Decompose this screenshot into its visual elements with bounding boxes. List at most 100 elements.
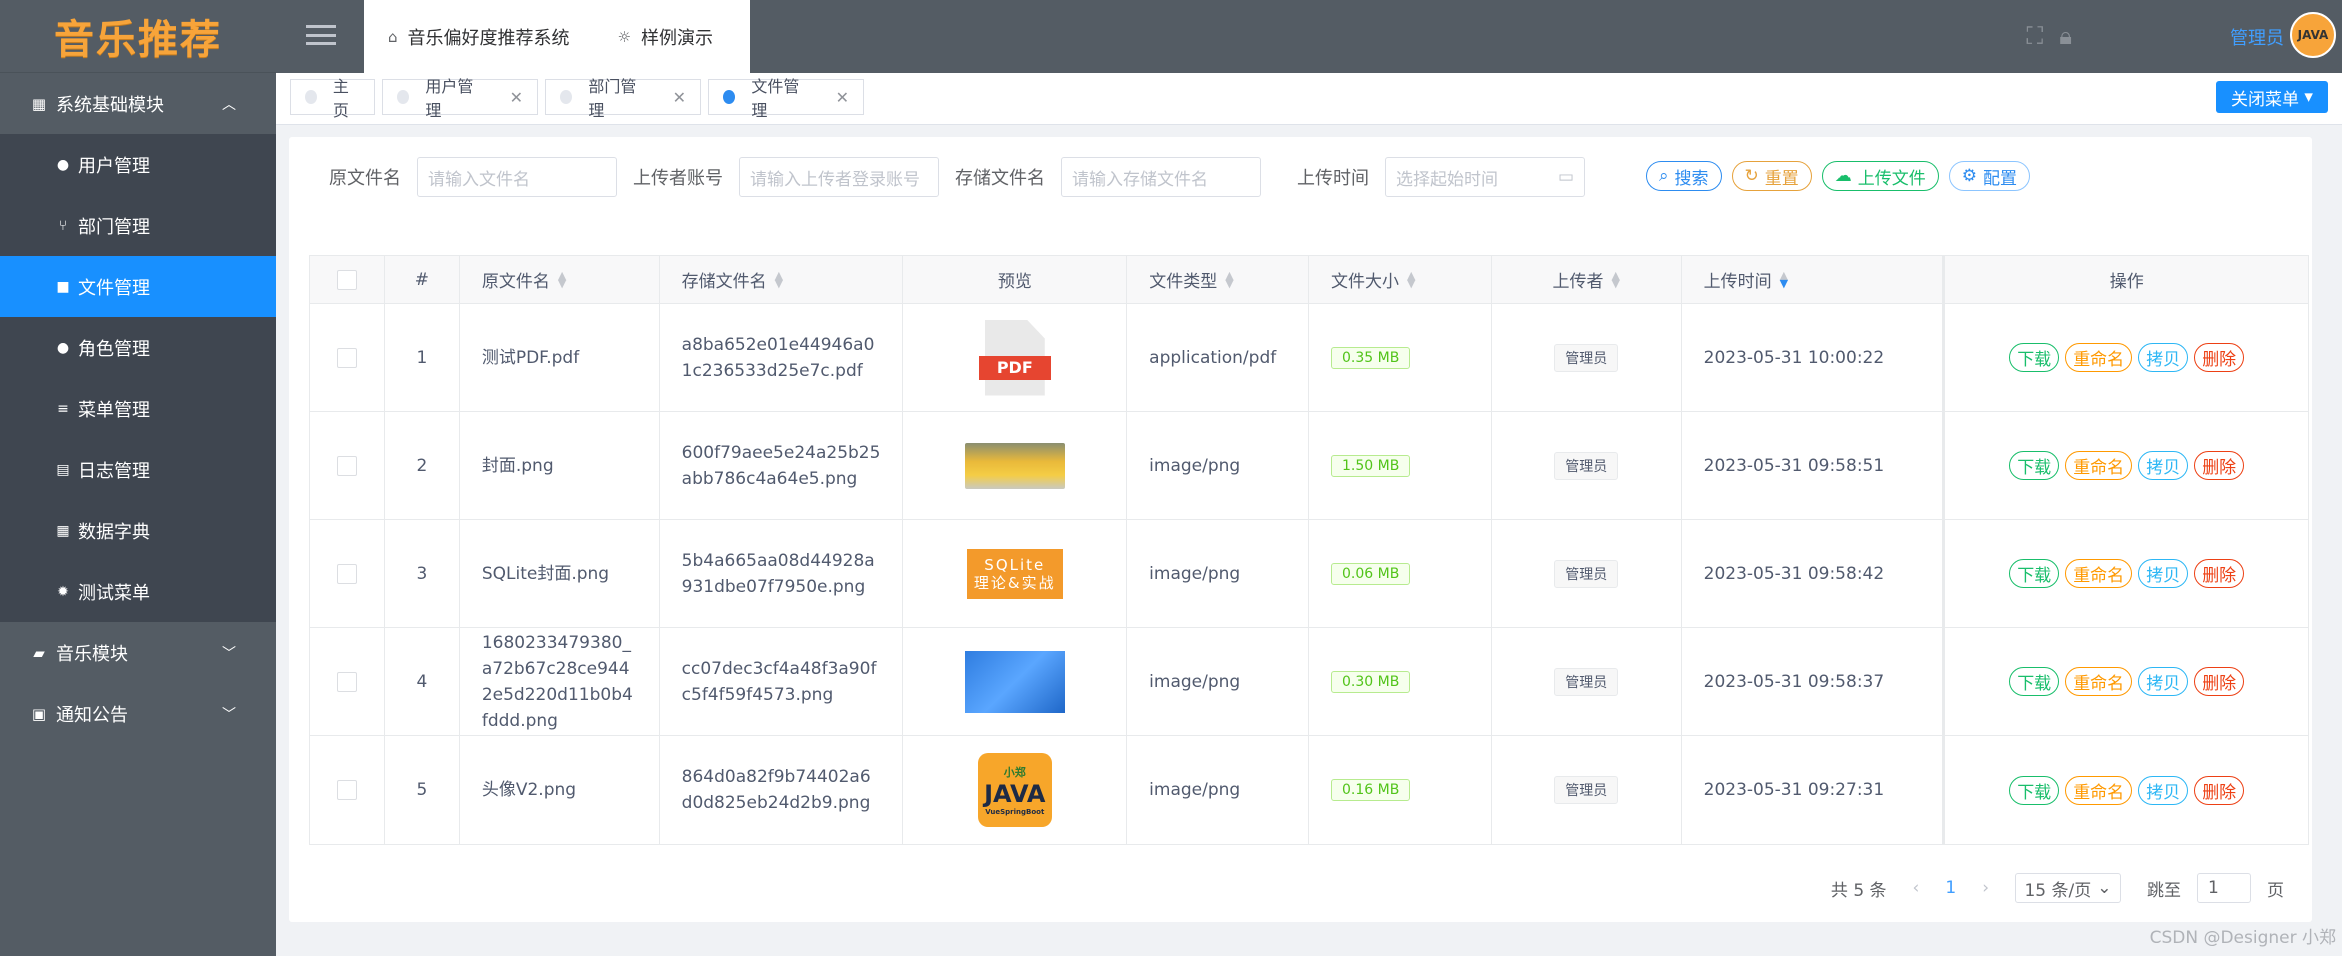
preview-thumbnail[interactable]: 小郑 JAVA VueSpringBoot: [977, 753, 1052, 827]
sidebar-item-menus[interactable]: ≡ 菜单管理: [0, 378, 276, 439]
book-icon: ▰: [33, 643, 45, 662]
sidebar-group-notice[interactable]: ▣ 通知公告 ﹀: [0, 683, 276, 744]
tab-departments[interactable]: 部门管理 ✕: [545, 77, 701, 120]
close-icon[interactable]: ✕: [836, 88, 849, 107]
tab-home[interactable]: 主页: [290, 77, 375, 120]
sidebar-item-test-menu[interactable]: ✹ 测试菜单: [0, 561, 276, 622]
header-label: 存储文件名: [681, 272, 767, 292]
delete-button[interactable]: 删除: [2194, 559, 2245, 588]
header-file-size[interactable]: 文件大小 ▲ ▼: [1309, 256, 1492, 303]
row-select-cell: [310, 520, 385, 627]
copy-button[interactable]: 拷贝: [2138, 451, 2189, 480]
storage-name: 5b4a665aa08d44928a931dbe07f7950e.png: [681, 550, 875, 597]
download-button[interactable]: 下载: [2009, 775, 2060, 805]
sidebar-item-users[interactable]: ● 用户管理: [0, 134, 276, 195]
avatar[interactable]: JAVA: [2290, 12, 2336, 58]
top-nav-home[interactable]: ⌂ 音乐偏好度推荐系统: [364, 0, 594, 73]
row-checkbox[interactable]: [336, 563, 357, 584]
copy-button[interactable]: 拷贝: [2138, 667, 2189, 696]
row-checkbox[interactable]: [336, 455, 357, 476]
rename-button[interactable]: 重命名: [2065, 559, 2133, 588]
copy-button[interactable]: 拷贝: [2138, 775, 2189, 805]
next-page-icon[interactable]: ›: [1982, 878, 1989, 898]
delete-button[interactable]: 删除: [2194, 343, 2245, 372]
tab-users[interactable]: 用户管理 ✕: [382, 77, 538, 120]
watermark: CSDN @Designer 小郑: [2149, 928, 2336, 948]
sidebar-item-logs[interactable]: ▤ 日志管理: [0, 439, 276, 500]
sidebar-item-roles[interactable]: ● 角色管理: [0, 317, 276, 378]
copy-button[interactable]: 拷贝: [2138, 343, 2189, 372]
select-all-checkbox[interactable]: [336, 269, 357, 290]
download-button[interactable]: 下载: [2009, 343, 2060, 372]
uploader-badge: 管理员: [1554, 343, 1619, 372]
upload-time-picker[interactable]: 选择起始时间 ▭: [1385, 157, 1585, 197]
header-upload-time[interactable]: 上传时间 ▲ ▼: [1682, 256, 1946, 303]
sort-icon[interactable]: ▲ ▼: [558, 270, 566, 289]
page-number[interactable]: 1: [1945, 878, 1956, 898]
sort-icon[interactable]: ▲ ▼: [1780, 270, 1788, 289]
close-icon[interactable]: ✕: [510, 88, 523, 107]
rename-button[interactable]: 重命名: [2065, 451, 2133, 480]
user-name[interactable]: 管理员: [2230, 24, 2284, 50]
file-size-badge: 0.30 MB: [1331, 670, 1411, 693]
chevron-down-icon: ﹀: [222, 645, 236, 662]
cloud-upload-icon: ☁: [1834, 166, 1852, 186]
rename-button[interactable]: 重命名: [2065, 775, 2133, 805]
config-button[interactable]: ⚙ 配置: [1948, 161, 2031, 191]
row-index: 1: [385, 304, 460, 411]
rename-button[interactable]: 重命名: [2065, 343, 2133, 372]
sidebar-item-departments[interactable]: ⑂ 部门管理: [0, 195, 276, 256]
sort-icon[interactable]: ▲ ▼: [1407, 270, 1415, 289]
sort-icon[interactable]: ▲ ▼: [1612, 270, 1620, 289]
storage-name-input[interactable]: 请输入存储文件名: [1061, 157, 1261, 197]
header-storage-name[interactable]: 存储文件名 ▲ ▼: [660, 256, 904, 303]
sort-icon[interactable]: ▲ ▼: [775, 270, 783, 289]
sidebar-group-system[interactable]: ▦ 系统基础模块 ︿: [0, 73, 276, 134]
file-table: # 原文件名 ▲ ▼ 存储文件名 ▲ ▼ 预览 文件类型 ▲ ▼ 文件大小 ▲ ▼ 上传者 ▲ ▼ …: [309, 255, 2309, 845]
logo[interactable]: 音乐推荐: [0, 0, 276, 73]
page-size-select[interactable]: 15 条/页 ⌄: [2015, 873, 2121, 903]
users-icon: ●: [56, 339, 70, 356]
fullscreen-icon[interactable]: ⛶: [2026, 22, 2043, 50]
preview-thumbnail[interactable]: SQLite 理论&实战: [966, 548, 1063, 599]
prev-page-icon[interactable]: ‹: [1913, 878, 1920, 898]
search-button[interactable]: ⌕ 搜索: [1646, 161, 1722, 191]
delete-button[interactable]: 删除: [2194, 775, 2245, 805]
preview-thumbnail[interactable]: [964, 442, 1065, 489]
rename-button[interactable]: 重命名: [2065, 667, 2133, 696]
sidebar-group-music[interactable]: ▰ 音乐模块 ﹀: [0, 622, 276, 683]
preview-thumbnail[interactable]: [964, 650, 1065, 713]
header-uploader[interactable]: 上传者 ▲ ▼: [1492, 256, 1682, 303]
copy-button[interactable]: 拷贝: [2138, 559, 2189, 588]
uploader-input[interactable]: 请输入上传者登录账号: [739, 157, 939, 197]
close-menu-button[interactable]: 关闭菜单 ▾: [2216, 81, 2328, 113]
row-checkbox[interactable]: [336, 780, 357, 800]
row-checkbox[interactable]: [336, 347, 357, 368]
reset-button[interactable]: ↻ 重置: [1731, 161, 1812, 191]
close-icon[interactable]: ✕: [673, 88, 686, 107]
pdf-file-icon[interactable]: PDF: [978, 319, 1051, 396]
sidebar-item-dictionary[interactable]: ▦ 数据字典: [0, 500, 276, 561]
hamburger-icon[interactable]: [306, 22, 336, 48]
row-checkbox[interactable]: [336, 671, 357, 692]
sort-icon[interactable]: ▲ ▼: [1225, 270, 1233, 289]
file-size-badge: 1.50 MB: [1331, 454, 1411, 477]
top-nav-demo[interactable]: ☼ 样例演示: [594, 0, 737, 73]
sidebar-item-files[interactable]: ■ 文件管理: [0, 256, 276, 317]
upload-button[interactable]: ☁ 上传文件: [1821, 161, 1939, 191]
preview-cell: SQLite 理论&实战: [903, 520, 1128, 627]
download-button[interactable]: 下载: [2009, 559, 2060, 588]
original-name: 封面.png: [481, 455, 554, 476]
jump-page-input[interactable]: 1: [2197, 873, 2251, 903]
tab-files[interactable]: 文件管理 ✕: [708, 77, 864, 120]
top-nav: ⌂ 音乐偏好度推荐系统 ☼ 样例演示: [364, 0, 750, 73]
header-original-name[interactable]: 原文件名 ▲ ▼: [460, 256, 660, 303]
header-file-type[interactable]: 文件类型 ▲ ▼: [1127, 256, 1310, 303]
filename-input[interactable]: 请输入文件名: [417, 157, 617, 197]
download-button[interactable]: 下载: [2009, 667, 2060, 696]
lock-icon[interactable]: 🔒︎: [2059, 22, 2072, 50]
delete-button[interactable]: 删除: [2194, 667, 2245, 696]
sidebar-group-label: 音乐模块: [56, 643, 128, 665]
delete-button[interactable]: 删除: [2194, 451, 2245, 480]
download-button[interactable]: 下载: [2009, 451, 2060, 480]
